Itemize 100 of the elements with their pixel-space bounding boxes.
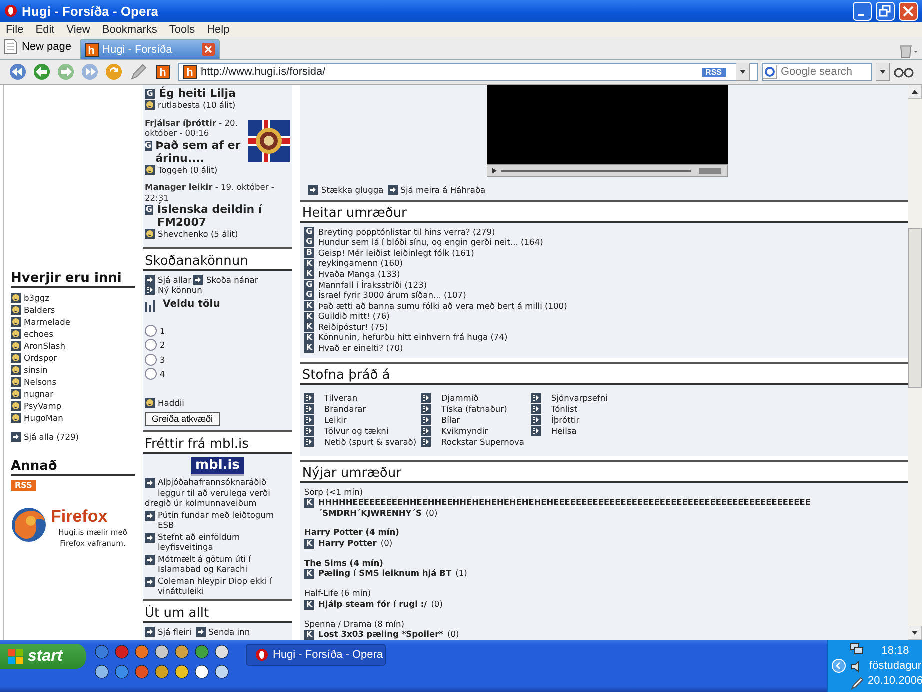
topic-link[interactable]: Ísrael fyrir 3000 árum síðan... (107) bbox=[318, 290, 466, 301]
program-icon[interactable] bbox=[194, 664, 210, 680]
video-link[interactable]: Sjá meira á Háhraða bbox=[400, 185, 486, 196]
user-link[interactable]: sinsin bbox=[24, 364, 48, 376]
minimize-icon[interactable] bbox=[853, 2, 872, 20]
topic-link[interactable]: Geisp! Mér leiðist leiðinlegt fólk (161) bbox=[318, 248, 474, 258]
category-link[interactable]: The Sims (4 mín) bbox=[304, 558, 384, 568]
user-link[interactable]: Balders bbox=[24, 304, 56, 316]
user-link[interactable]: AronSlash bbox=[24, 340, 66, 352]
forum-link[interactable]: Tíska (fatnaður) bbox=[441, 404, 508, 414]
forum-link[interactable]: Tilveran bbox=[324, 392, 358, 404]
category-link[interactable]: Sorp (<1 mín) bbox=[304, 486, 364, 497]
restore-icon[interactable] bbox=[876, 2, 895, 20]
article-title[interactable]: Það sem af er árinu.... bbox=[156, 138, 244, 164]
dropdown-icon[interactable] bbox=[876, 63, 890, 81]
scroll-up-icon[interactable] bbox=[908, 85, 922, 99]
news-link[interactable]: Mótmælt á götum úti í Islamabad og Karachi bbox=[145, 554, 290, 574]
topic-link[interactable]: Könnunin, hefurðu hitt einhvern frá huga (74) bbox=[318, 332, 508, 343]
new-page-button[interactable]: New page bbox=[4, 39, 72, 55]
start-button[interactable]: start bbox=[0, 644, 86, 669]
topic-link[interactable]: Mannfall í Íraksstríði (123) bbox=[318, 280, 428, 290]
user-link[interactable]: Marmelade bbox=[24, 316, 70, 328]
author-link[interactable]: Toggeh (0 álit) bbox=[158, 164, 218, 175]
forum-link[interactable]: Leikir bbox=[324, 414, 347, 426]
thread-title[interactable]: Harry Potter bbox=[318, 538, 377, 548]
more-link[interactable]: Sjá fleiri bbox=[158, 626, 192, 637]
user-link[interactable]: Nelsons bbox=[24, 376, 57, 388]
forum-link[interactable]: Netið (spurt & svarað) bbox=[324, 436, 417, 448]
user-link[interactable]: b3ggz bbox=[24, 292, 50, 304]
program-icon[interactable] bbox=[94, 664, 110, 680]
topic-link[interactable]: Breyting popptónlistar til hins verra? (279) bbox=[318, 226, 496, 238]
forum-link[interactable]: Íþróttir bbox=[551, 414, 580, 426]
video-link[interactable]: Stækka glugga bbox=[321, 185, 384, 196]
topic-link[interactable]: Reiðipóstur! (75) bbox=[318, 322, 388, 332]
article-title[interactable]: Íslenska deildin í FM2007 bbox=[157, 203, 290, 229]
news-link[interactable]: Coleman hleypir Diop ekki í vináttuleiki bbox=[145, 576, 290, 596]
thread-title[interactable]: ´SMDRH´KJWRENHY´S bbox=[318, 508, 422, 518]
network-icon[interactable] bbox=[850, 642, 864, 656]
user-link[interactable]: echoes bbox=[24, 328, 54, 340]
vote-button[interactable]: Greiða atkvæði bbox=[145, 412, 220, 426]
forum-link[interactable]: Tónlist bbox=[551, 404, 578, 414]
news-link[interactable]: Stefnt að einföldum leyfisveitinga bbox=[145, 532, 290, 552]
pen-icon[interactable] bbox=[850, 676, 864, 690]
menu-item[interactable]: File bbox=[0, 24, 30, 36]
dropdown-icon[interactable] bbox=[736, 63, 750, 81]
more-link[interactable]: Sjá alla (729) bbox=[24, 432, 80, 442]
forum-link[interactable]: Kvikmyndir bbox=[441, 426, 488, 436]
program-icon[interactable] bbox=[214, 664, 230, 680]
category-link[interactable]: Harry Potter (4 mín) bbox=[304, 527, 400, 538]
more-link[interactable]: Senda inn bbox=[208, 626, 250, 637]
topic-link[interactable]: Hvað er einelti? (70) bbox=[318, 343, 404, 354]
menu-item[interactable]: Edit bbox=[30, 24, 61, 36]
news-link[interactable]: Alþjóðahafrannsóknaráðið leggur til að verulega verði dregið úr kolmunnaveiðum bbox=[145, 477, 290, 508]
video-player[interactable] bbox=[487, 85, 728, 177]
globe-icon[interactable] bbox=[11, 506, 47, 542]
glasses-icon[interactable] bbox=[894, 65, 914, 79]
poll-option[interactable]: 3 bbox=[145, 352, 290, 367]
taskbar-button[interactable]: Hugi - Forsíða - Opera bbox=[246, 644, 386, 666]
user-link[interactable]: Ordspor bbox=[24, 352, 58, 364]
scroll-down-icon[interactable] bbox=[908, 626, 922, 640]
poll-link[interactable]: Ný könnun bbox=[158, 285, 202, 296]
search-field[interactable]: Google search bbox=[762, 63, 872, 81]
menu-item[interactable]: View bbox=[60, 24, 96, 36]
author-link[interactable]: rutlabesta (10 álit) bbox=[158, 100, 236, 110]
forum-link[interactable]: Sjónvarpsefni bbox=[551, 392, 608, 404]
thread-title[interactable]: Lost 3x03 pæling *Spoiler* bbox=[318, 629, 444, 640]
forum-link[interactable]: Rockstar Supernova bbox=[441, 436, 524, 448]
author-link[interactable]: Haddii bbox=[158, 398, 184, 408]
topic-link[interactable]: Hundur sem lá í blóði sínu, og engin gerði neit... (164) bbox=[318, 237, 544, 248]
thread-title[interactable]: HHHHHEEEEEEEEEHHEEHHEEHHEHEHEHEHEHEHEHEEEEEEEEEEEEEEEEEEEEEEEEEEEEEEEEEEEEEEEEEEEEEE bbox=[318, 497, 811, 508]
pen-icon[interactable] bbox=[128, 62, 148, 82]
author-link[interactable]: Shevchenko (5 álit) bbox=[158, 229, 238, 240]
thread-title[interactable]: Hjálp steam fór í rugl :/ bbox=[318, 598, 428, 609]
mbl-logo[interactable]: mbl.is bbox=[191, 457, 244, 476]
menu-item[interactable]: Tools bbox=[163, 24, 202, 36]
back-icon[interactable] bbox=[32, 62, 52, 82]
topic-link[interactable]: Guildið mitt! (76) bbox=[318, 311, 390, 322]
topic-link[interactable]: Hvaða Manga (133) bbox=[318, 268, 400, 280]
poll-link[interactable]: Sjá allar bbox=[158, 274, 192, 285]
forum-link[interactable]: Tölvur og tækni bbox=[324, 426, 389, 436]
program-icon[interactable] bbox=[154, 644, 170, 660]
menu-item[interactable]: Help bbox=[201, 24, 236, 36]
user-link[interactable]: HugoMan bbox=[24, 412, 64, 424]
poll-option[interactable]: 4 bbox=[145, 367, 290, 382]
program-icon[interactable] bbox=[214, 644, 230, 660]
topic-link[interactable]: Það ætti að banna sumu fólki að vera með bert á milli (100) bbox=[318, 300, 568, 312]
forum-link[interactable]: Djammið bbox=[441, 392, 479, 404]
menu-item[interactable]: Bookmarks bbox=[96, 24, 164, 36]
scrollbar[interactable] bbox=[908, 85, 922, 640]
forum-link[interactable]: Brandarar bbox=[324, 404, 366, 414]
program-icon[interactable] bbox=[174, 644, 190, 660]
user-link[interactable]: nugnar bbox=[24, 388, 54, 400]
trash-icon[interactable] bbox=[898, 43, 918, 59]
poll-option[interactable]: 1 bbox=[145, 324, 290, 338]
program-icon[interactable] bbox=[174, 664, 190, 680]
poll-option[interactable]: 2 bbox=[145, 338, 290, 352]
forum-link[interactable]: Heilsa bbox=[551, 426, 577, 436]
article-title[interactable]: Ég heiti Lilja bbox=[159, 87, 236, 100]
thread-title[interactable]: Pæling í SMS leiknum hjá BT bbox=[318, 568, 452, 578]
news-link[interactable]: Pútín fundar með leiðtogum ESB bbox=[145, 510, 290, 530]
